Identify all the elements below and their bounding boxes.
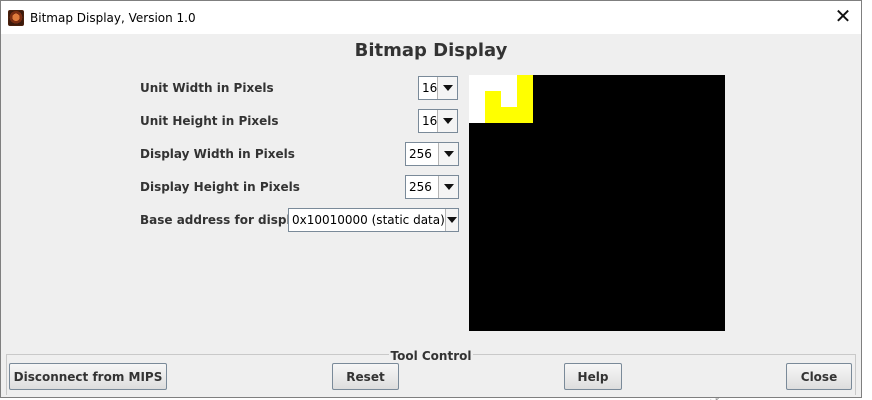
disconnect-from-mips-button[interactable]: Disconnect from MIPS <box>9 363 167 390</box>
chevron-down-icon[interactable] <box>438 143 458 165</box>
display-height-select[interactable]: 256 <box>405 175 459 199</box>
unit-width-select[interactable]: 16 <box>418 76 458 100</box>
base-address-value: 0x10010000 (static data) <box>292 213 445 227</box>
display-height-value: 256 <box>409 180 432 194</box>
help-button[interactable]: Help <box>564 363 622 390</box>
bitmap-unit <box>485 107 501 123</box>
bitmap-unit <box>517 107 533 123</box>
bitmap-unit <box>485 91 501 107</box>
mars-app-icon <box>8 9 24 26</box>
reset-button[interactable]: Reset <box>332 363 399 390</box>
bitmap-display-canvas <box>469 75 725 331</box>
tool-control-legend: Tool Control <box>388 349 474 363</box>
bitmap-unit <box>501 75 517 91</box>
bitmap-unit <box>501 91 517 107</box>
chevron-down-icon[interactable] <box>438 176 458 198</box>
unit-height-value: 16 <box>422 114 438 128</box>
title-bar[interactable]: Bitmap Display, Version 1.0 ✕ <box>1 1 861 34</box>
display-width-label: Display Width in Pixels <box>140 147 295 161</box>
page-title: Bitmap Display <box>354 40 508 61</box>
unit-height-select[interactable]: 16 <box>418 109 458 133</box>
bitmap-unit <box>501 107 517 123</box>
unit-width-value: 16 <box>422 81 438 95</box>
bitmap-unit <box>517 75 533 91</box>
chevron-down-icon[interactable] <box>444 209 458 231</box>
bitmap-unit <box>469 75 485 91</box>
unit-height-label: Unit Height in Pixels <box>140 114 279 128</box>
chevron-down-icon[interactable] <box>437 77 457 99</box>
bitmap-unit <box>469 91 485 107</box>
display-width-select[interactable]: 256 <box>405 142 459 166</box>
unit-width-label: Unit Width in Pixels <box>140 81 274 95</box>
window-close-icon[interactable]: ✕ <box>833 7 853 27</box>
display-height-label: Display Height in Pixels <box>140 180 300 194</box>
base-address-select[interactable]: 0x10010000 (static data) <box>288 208 459 232</box>
bitmap-unit <box>469 107 485 123</box>
chevron-down-icon[interactable] <box>437 110 457 132</box>
close-button[interactable]: Close <box>786 363 852 390</box>
bitmap-unit <box>485 75 501 91</box>
base-address-label: Base address for display <box>140 213 307 227</box>
window-title: Bitmap Display, Version 1.0 <box>30 10 196 25</box>
bitmap-display-window: Bitmap Display, Version 1.0 ✕ Bitmap Dis… <box>0 0 862 398</box>
display-width-value: 256 <box>409 147 432 161</box>
bitmap-unit <box>517 91 533 107</box>
